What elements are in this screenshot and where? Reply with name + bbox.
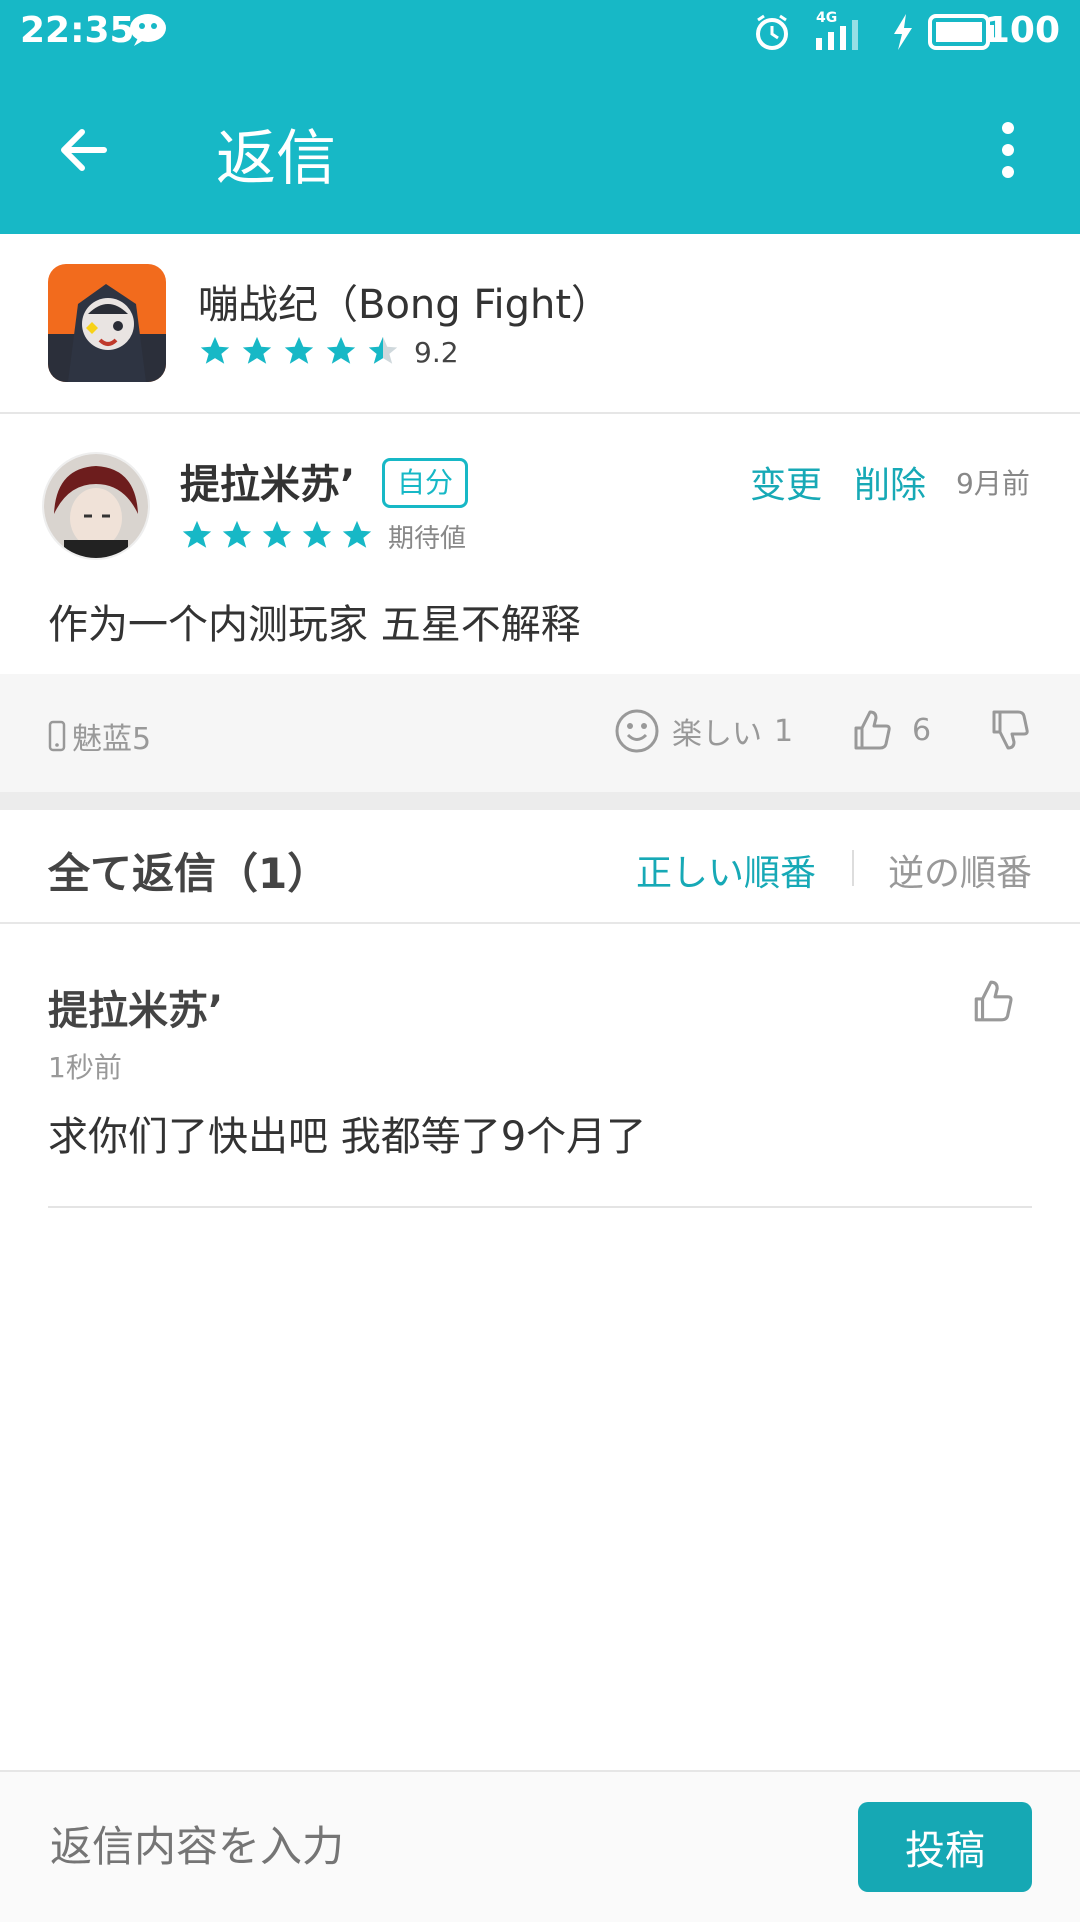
star-filled-icon (302, 520, 332, 548)
review-meta-bar: 魅蓝5 楽しい 1 6 (0, 674, 1080, 792)
wechat-icon (130, 14, 166, 46)
more-vertical-icon[interactable] (996, 118, 1020, 182)
list-item: 提拉米苏’ 1秒前 求你们了快出吧 我都等了9个月了 (0, 924, 1080, 1208)
reply-input[interactable] (48, 1810, 832, 1882)
replies-header: 全て返信（1） 正しい順番 逆の順番 (0, 810, 1080, 924)
thumbs-up-icon (854, 710, 891, 750)
reply-divider (48, 1206, 1032, 1208)
review-card: 提拉米苏’ 自分 变更 削除 9月前 期待値 作为一个内测玩家 五星不解释 (0, 414, 1080, 674)
status-time: 22:35 (20, 10, 135, 51)
game-title: 嘣战纪（Bong Fight） (198, 282, 612, 328)
star-filled-icon (262, 520, 292, 548)
arrow-left-icon[interactable] (56, 122, 112, 178)
sort-separator (852, 850, 854, 886)
reply-text: 求你们了快出吧 我都等了9个月了 (48, 1114, 647, 1160)
page-title: 返信 (216, 124, 336, 194)
phone-icon (48, 720, 66, 752)
review-text: 作为一个内测玩家 五星不解释 (48, 602, 581, 648)
reply-time: 1秒前 (48, 1051, 122, 1084)
reviewer-name: 提拉米苏’ (180, 462, 356, 508)
star-filled-icon (342, 520, 372, 548)
game-header[interactable]: 嘣战纪（Bong Fight） 9.2 (0, 234, 1080, 414)
device-info: 魅蓝5 (48, 714, 151, 758)
signal-icon (816, 20, 858, 50)
star-filled-icon (182, 520, 212, 548)
edit-review-button[interactable]: 变更 (750, 456, 822, 508)
fun-label: 楽しい (672, 717, 762, 752)
alarm-icon (756, 14, 788, 50)
section-divider (0, 792, 1080, 810)
game-star-rating (198, 334, 400, 368)
sort-ascending-tab[interactable]: 正しい順番 (636, 844, 816, 896)
star-half-icon (368, 336, 398, 364)
game-rating-value: 9.2 (414, 336, 459, 369)
like-count: 6 (912, 712, 932, 748)
reply-user: 提拉米苏’ (48, 988, 224, 1034)
star-filled-icon (222, 520, 252, 548)
review-time: 9月前 (956, 467, 1030, 500)
like-button[interactable]: 6 (850, 708, 931, 752)
fun-reaction-button[interactable]: 楽しい 1 (614, 708, 793, 754)
fun-count: 1 (774, 713, 794, 749)
star-filled-icon (284, 336, 314, 364)
star-filled-icon (200, 336, 230, 364)
thumbs-up-icon[interactable] (970, 978, 1016, 1024)
smile-icon (615, 709, 659, 753)
replies-title: 全て返信（1） (48, 849, 330, 898)
status-bar: 22:35 4G 100 (0, 0, 1080, 66)
reply-input-bar: 投稿 (0, 1770, 1080, 1922)
device-name: 魅蓝5 (72, 722, 152, 757)
thumbs-down-icon[interactable] (988, 708, 1032, 752)
charging-icon (894, 14, 912, 50)
review-star-rating (180, 518, 374, 552)
app-bar: 返信 (0, 66, 1080, 234)
self-badge: 自分 (382, 458, 469, 508)
post-button[interactable]: 投稿 (858, 1802, 1032, 1892)
star-filled-icon (326, 336, 356, 364)
battery-level: 100 (984, 10, 1060, 51)
delete-review-button[interactable]: 削除 (854, 456, 926, 508)
avatar[interactable] (42, 452, 150, 560)
star-filled-icon (242, 336, 272, 364)
expectation-label: 期待値 (388, 524, 467, 554)
sort-descending-tab[interactable]: 逆の順番 (888, 844, 1032, 896)
game-icon[interactable] (48, 264, 166, 382)
